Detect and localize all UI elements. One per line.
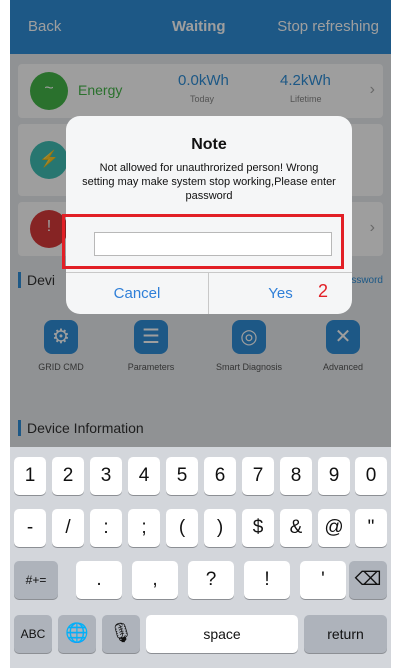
key-apostrophe[interactable]: ' (300, 561, 346, 599)
key-exclamation[interactable]: ! (244, 561, 290, 599)
backspace-key[interactable]: ⌫ (349, 561, 387, 599)
key-semicolon[interactable]: ; (128, 509, 160, 547)
key-more-symbols[interactable]: #+= (14, 561, 58, 599)
backspace-icon: ⌫ (354, 569, 382, 590)
key-9[interactable]: 9 (318, 457, 350, 495)
key-7[interactable]: 7 (242, 457, 274, 495)
key-4[interactable]: 4 (128, 457, 160, 495)
globe-icon: 🌐 (65, 623, 89, 644)
dialog-message: Not allowed for unauthrorized person! Wr… (82, 162, 336, 202)
dialog-title: Note (191, 136, 227, 153)
app-screen: Back Waiting Stop refreshing ~ Energy 0.… (10, 0, 391, 668)
key-comma[interactable]: , (132, 561, 178, 599)
step-number-annotation: 2 (318, 281, 329, 301)
key-6[interactable]: 6 (204, 457, 236, 495)
key-slash[interactable]: / (52, 509, 84, 547)
key-open-paren[interactable]: ( (166, 509, 198, 547)
key-question[interactable]: ? (188, 561, 234, 599)
key-5[interactable]: 5 (166, 457, 198, 495)
key-8[interactable]: 8 (280, 457, 312, 495)
cancel-button[interactable]: Cancel (66, 273, 209, 314)
yes-button[interactable]: Yes (209, 273, 352, 314)
key-3[interactable]: 3 (90, 457, 122, 495)
globe-key[interactable]: 🌐 (58, 615, 96, 653)
key-1[interactable]: 1 (14, 457, 46, 495)
key-minus[interactable]: - (14, 509, 46, 547)
microphone-icon: 🎙 (108, 623, 134, 644)
key-quote[interactable]: " (355, 509, 387, 547)
key-colon[interactable]: : (90, 509, 122, 547)
numeric-keyboard: 1 2 3 4 5 6 7 8 9 0 - / : ; ( ) $ & @ " … (10, 447, 391, 668)
return-key[interactable]: return (304, 615, 387, 653)
dialog-buttons: Cancel Yes (66, 272, 352, 314)
key-2[interactable]: 2 (52, 457, 84, 495)
key-at[interactable]: @ (318, 509, 350, 547)
key-abc[interactable]: ABC (14, 615, 52, 653)
key-0[interactable]: 0 (355, 457, 387, 495)
key-ampersand[interactable]: & (280, 509, 312, 547)
key-close-paren[interactable]: ) (204, 509, 236, 547)
key-period[interactable]: . (76, 561, 122, 599)
mic-key[interactable]: 🎙 (102, 615, 140, 653)
key-dollar[interactable]: $ (242, 509, 274, 547)
password-field-highlight (62, 214, 344, 269)
space-key[interactable]: space (146, 615, 298, 653)
